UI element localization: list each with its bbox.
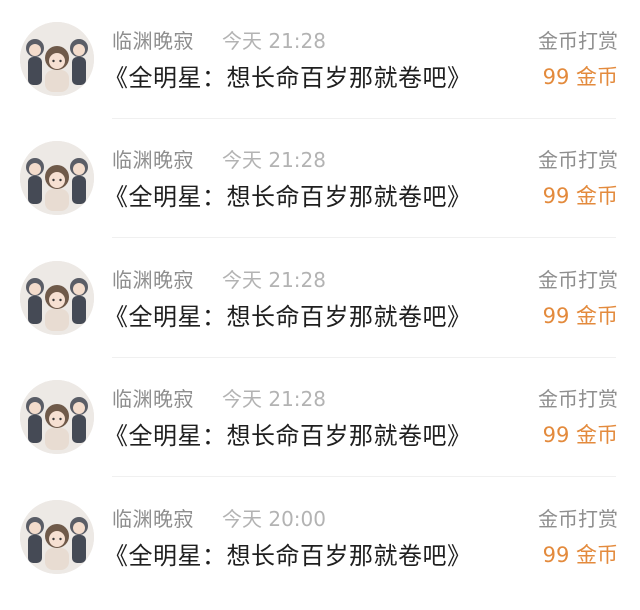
reward-type-label: 金币打赏 xyxy=(538,29,618,53)
list-item[interactable]: 临渊晚寂 今天 21:28 《全明星：想长命百岁那就卷吧》 金币打赏 99 金币 xyxy=(0,239,640,358)
avatar[interactable] xyxy=(20,380,94,454)
avatar[interactable] xyxy=(20,500,94,574)
reward-amount: 99 金币 xyxy=(542,423,618,447)
reward-type-label: 金币打赏 xyxy=(538,507,618,531)
username[interactable]: 临渊晚寂 xyxy=(112,267,194,293)
reward-type-label: 金币打赏 xyxy=(538,268,618,292)
avatar-illustration-icon xyxy=(20,380,94,454)
timestamp: 今天 20:00 xyxy=(222,507,326,531)
timestamp: 今天 21:28 xyxy=(222,268,326,292)
divider xyxy=(112,237,616,238)
list-item[interactable]: 临渊晚寂 今天 21:28 《全明星：想长命百岁那就卷吧》 金币打赏 99 金币 xyxy=(0,0,640,119)
list-item[interactable]: 临渊晚寂 今天 20:00 《全明星：想长命百岁那就卷吧》 金币打赏 99 金币 xyxy=(0,478,640,597)
username[interactable]: 临渊晚寂 xyxy=(112,28,194,54)
username[interactable]: 临渊晚寂 xyxy=(112,147,194,173)
username[interactable]: 临渊晚寂 xyxy=(112,506,194,532)
list-item[interactable]: 临渊晚寂 今天 21:28 《全明星：想长命百岁那就卷吧》 金币打赏 99 金币 xyxy=(0,358,640,477)
avatar[interactable] xyxy=(20,261,94,335)
avatar-illustration-icon xyxy=(20,261,94,335)
avatar[interactable] xyxy=(20,141,94,215)
reward-amount: 99 金币 xyxy=(542,543,618,567)
book-title[interactable]: 《全明星：想长命百岁那就卷吧》 xyxy=(104,540,472,572)
book-title[interactable]: 《全明星：想长命百岁那就卷吧》 xyxy=(104,181,472,213)
timestamp: 今天 21:28 xyxy=(222,387,326,411)
book-title[interactable]: 《全明星：想长命百岁那就卷吧》 xyxy=(104,301,472,333)
avatar[interactable] xyxy=(20,22,94,96)
avatar-illustration-icon xyxy=(20,141,94,215)
list-item[interactable]: 临渊晚寂 今天 21:28 《全明星：想长命百岁那就卷吧》 金币打赏 99 金币 xyxy=(0,119,640,238)
reward-amount: 99 金币 xyxy=(542,65,618,89)
timestamp: 今天 21:28 xyxy=(222,29,326,53)
reward-record-list: 临渊晚寂 今天 21:28 《全明星：想长命百岁那就卷吧》 金币打赏 99 金币 xyxy=(0,0,640,610)
book-title[interactable]: 《全明星：想长命百岁那就卷吧》 xyxy=(104,420,472,452)
reward-type-label: 金币打赏 xyxy=(538,387,618,411)
book-title[interactable]: 《全明星：想长命百岁那就卷吧》 xyxy=(104,62,472,94)
reward-amount: 99 金币 xyxy=(542,184,618,208)
divider xyxy=(112,476,616,477)
reward-amount: 99 金币 xyxy=(542,304,618,328)
avatar-illustration-icon xyxy=(20,22,94,96)
username[interactable]: 临渊晚寂 xyxy=(112,386,194,412)
avatar-illustration-icon xyxy=(20,500,94,574)
timestamp: 今天 21:28 xyxy=(222,148,326,172)
reward-type-label: 金币打赏 xyxy=(538,148,618,172)
